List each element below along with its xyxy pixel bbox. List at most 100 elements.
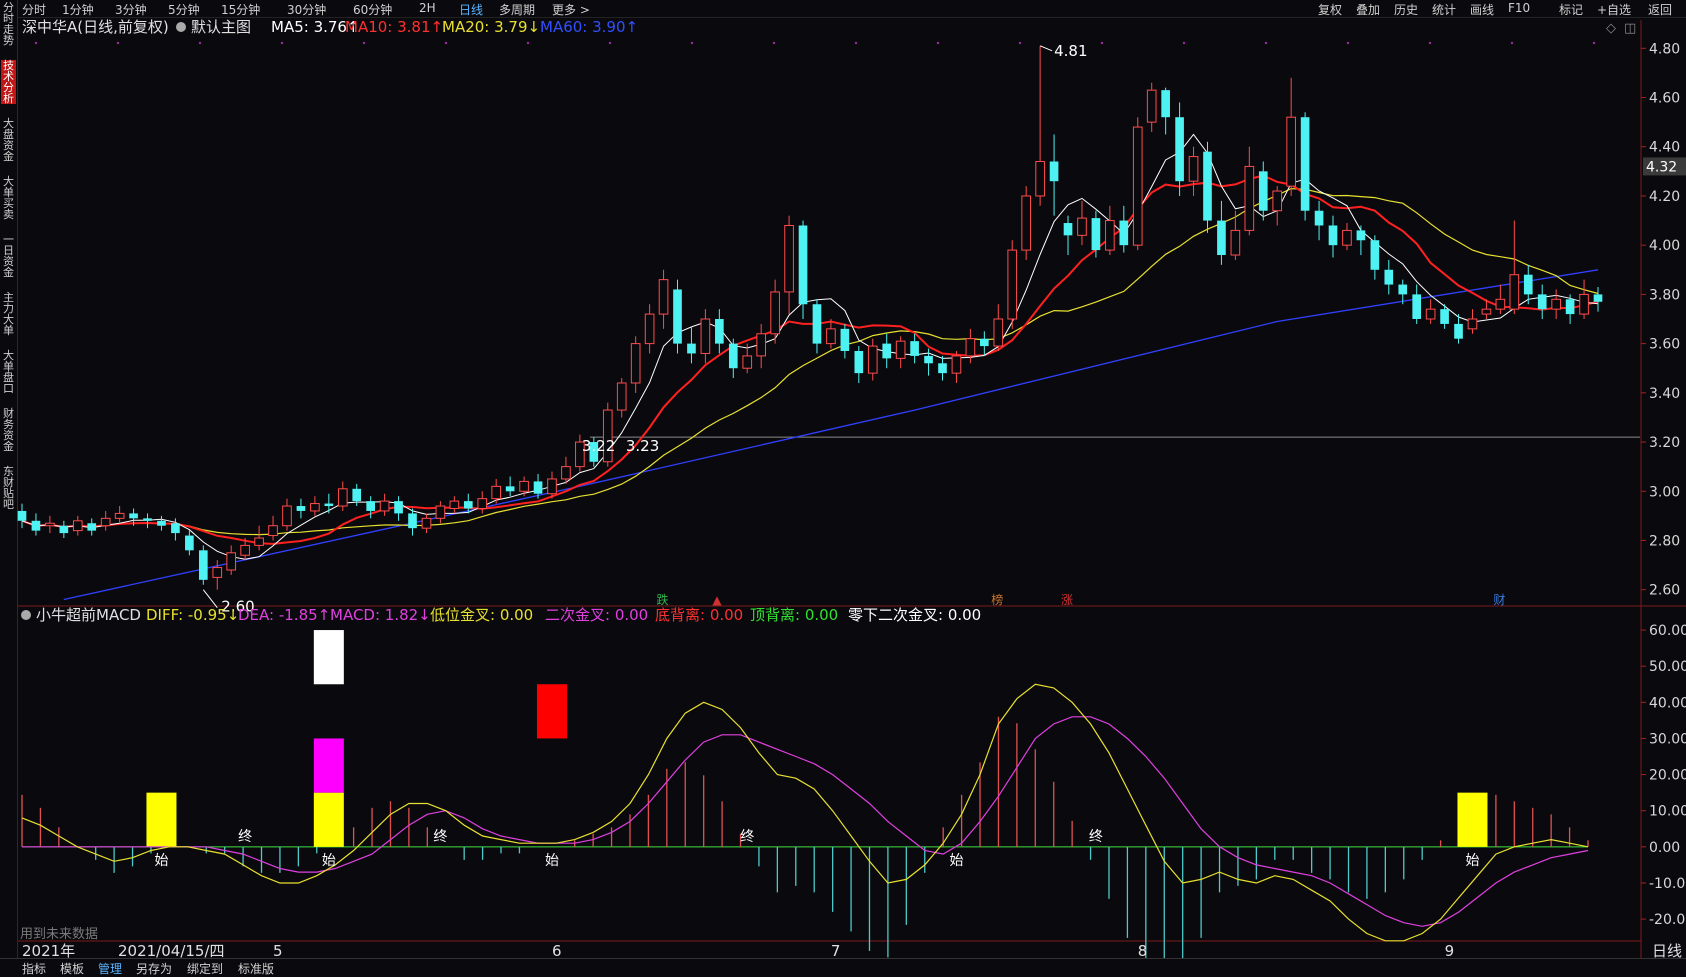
marker-dot-7 xyxy=(608,41,612,45)
candle-body-74 xyxy=(1049,161,1059,182)
candle-body-13 xyxy=(198,550,208,580)
diamond-icon: ◇ xyxy=(1606,21,1616,36)
candle-body-10 xyxy=(157,520,166,526)
bottom-toolbar: 指标 模板 管理 另存为 绑定到 标准版 xyxy=(0,958,1686,977)
price-tick-label-9: 4.40 xyxy=(1649,140,1680,156)
bottom-tab-5[interactable]: 标准版 xyxy=(238,960,274,977)
marker-dot-10 xyxy=(854,41,858,45)
macd-legend-0: 小牛超前MACD xyxy=(36,606,141,624)
marker-dot-2 xyxy=(198,41,202,45)
signal-block-2 xyxy=(313,738,344,793)
candle-body-17 xyxy=(254,537,264,546)
candle-body-61 xyxy=(867,345,878,374)
candle-body-108 xyxy=(1523,274,1533,295)
candle-body-102 xyxy=(1440,309,1449,324)
ref-right-label: 3.23 xyxy=(626,437,659,455)
macd-tick-label-7: -10.00 xyxy=(1649,876,1686,892)
marker-dot-11 xyxy=(936,41,940,45)
stock-chart[interactable]: 2.60 2.80 3.00 3.20 3.40 3.60 3.80 4.00 4.20 4.40… xyxy=(0,0,1686,976)
candle-body-20 xyxy=(296,506,306,511)
candle-body-39 xyxy=(561,466,571,480)
bottom-tab-0[interactable]: 指标 xyxy=(22,960,46,977)
marker-dot-18 xyxy=(1510,41,1514,45)
candle-body-55 xyxy=(784,224,794,293)
candle-body-37 xyxy=(533,481,543,494)
signal-label-5: 终 xyxy=(740,829,754,845)
candle-body-12 xyxy=(185,535,194,551)
candle-body-26 xyxy=(379,500,390,512)
macd-tick-label-8: -20.00 xyxy=(1649,912,1686,928)
signal-block-1 xyxy=(313,792,344,847)
candle-body-100 xyxy=(1412,294,1422,319)
candle-body-76 xyxy=(1077,217,1087,236)
candle-body-29 xyxy=(421,517,432,529)
candle-body-53 xyxy=(756,333,767,357)
bottom-tab-4[interactable]: 绑定到 xyxy=(187,960,223,977)
price-tick-label-0: 2.60 xyxy=(1649,583,1680,599)
candle-body-7 xyxy=(114,512,125,519)
event-mark-3: 涨 xyxy=(1061,592,1073,607)
bottom-tab-3[interactable]: 另存为 xyxy=(136,960,172,977)
candle-body-60 xyxy=(854,350,864,374)
macd-tick-label-5: 10.00 xyxy=(1649,804,1686,820)
ma10-legend: MA10: 3.81↑ xyxy=(345,18,443,36)
candle-body-8 xyxy=(129,513,138,519)
candle-body-110 xyxy=(1551,298,1561,310)
candle-body-111 xyxy=(1565,299,1575,315)
candle-body-99 xyxy=(1398,284,1408,295)
indicator-toggle-icon xyxy=(176,22,186,32)
marker-dot-15 xyxy=(1264,41,1268,45)
candle-body-57 xyxy=(812,304,822,344)
marker-dot-12 xyxy=(1018,41,1022,45)
candle-body-68 xyxy=(965,338,976,357)
candle-body-63 xyxy=(895,340,906,359)
price-tick-label-11: 4.80 xyxy=(1649,41,1680,57)
candle-body-27 xyxy=(394,501,403,514)
candle-body-24 xyxy=(352,488,362,502)
candle-body-107 xyxy=(1509,274,1520,310)
candle-body-9 xyxy=(143,518,152,521)
signal-label-1: 终 xyxy=(238,829,252,845)
signal-label-7: 终 xyxy=(1089,829,1103,845)
candle-body-88 xyxy=(1244,165,1255,231)
bottom-tab-2[interactable]: 管理 xyxy=(98,960,122,977)
macd-toggle-icon xyxy=(21,610,31,620)
candle-body-33 xyxy=(477,498,488,509)
diff-line xyxy=(21,683,1589,942)
signal-label-0: 始 xyxy=(154,853,168,869)
candle-body-109 xyxy=(1537,294,1547,310)
price-tick-label-2: 3.00 xyxy=(1649,484,1680,500)
chart-title: 深中华A(日线,前复权) xyxy=(22,18,169,36)
candle-body-34 xyxy=(491,485,502,500)
candle-body-35 xyxy=(505,486,515,492)
candle-body-113 xyxy=(1593,294,1603,302)
candle-body-58 xyxy=(826,328,836,345)
candle-body-44 xyxy=(630,343,641,384)
candle-body-49 xyxy=(700,318,711,354)
event-mark-1: ▲ xyxy=(712,593,722,607)
signal-label-2: 始 xyxy=(322,853,336,869)
candle-body-43 xyxy=(616,382,627,411)
low-pointer xyxy=(202,589,218,609)
candle-body-52 xyxy=(742,355,753,369)
marker-dot-6 xyxy=(526,41,530,45)
price-tick-label-8: 4.20 xyxy=(1649,189,1680,205)
signal-label-4: 始 xyxy=(545,853,559,869)
marker-dot-16 xyxy=(1346,41,1350,45)
candle-body-90 xyxy=(1272,190,1283,212)
macd-legend-8: 零下二次金叉: 0.00 xyxy=(848,606,981,624)
candle-body-66 xyxy=(938,363,947,374)
macd-legend-2: DEA: -1.85↑ xyxy=(238,606,330,624)
bottom-tab-1[interactable]: 模板 xyxy=(60,960,84,977)
macd-tick-label-6: 0.00 xyxy=(1649,840,1680,856)
candle-body-105 xyxy=(1481,308,1492,315)
candle-body-6 xyxy=(100,517,111,527)
candle-body-51 xyxy=(728,343,738,369)
candle-body-96 xyxy=(1356,230,1366,241)
indicator-name: 默认主图 xyxy=(191,18,251,36)
candle-body-71 xyxy=(1007,249,1018,320)
candle-body-89 xyxy=(1258,171,1268,211)
candle-body-86 xyxy=(1217,220,1226,256)
price-tick-label-6: 3.80 xyxy=(1649,287,1680,303)
ma5-line xyxy=(21,133,1599,560)
